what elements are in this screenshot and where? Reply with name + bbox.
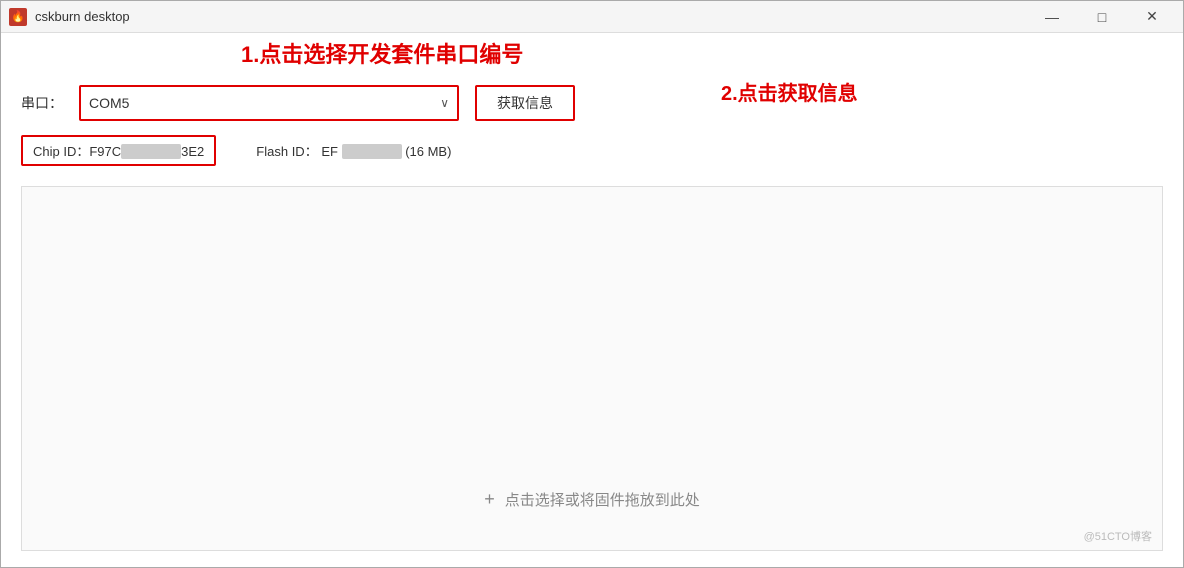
chip-id-label: Chip ID： [33, 144, 89, 159]
close-button[interactable]: ✕ [1129, 1, 1175, 33]
minimize-button[interactable]: — [1029, 1, 1075, 33]
firmware-drop-panel[interactable]: + 点击选择或将固件拖放到此处 @51CTO博客 [21, 186, 1163, 551]
serial-port-label: 串口： [21, 93, 63, 113]
app-icon: 🔥 [9, 8, 27, 26]
content-area: 1.点击选择开发套件串口编号 2.点击获取信息 串口： COM5 COM3 CO… [1, 33, 1183, 567]
get-info-button[interactable]: 获取信息 [475, 85, 575, 121]
flash-id-prefix: EF [321, 144, 338, 159]
title-bar-controls: — □ ✕ [1029, 1, 1175, 33]
title-bar-left: 🔥 cskburn desktop [9, 8, 130, 26]
window-title: cskburn desktop [35, 9, 130, 24]
flash-id-blurred [342, 144, 402, 159]
drop-area-hint: + 点击选择或将固件拖放到此处 [484, 489, 700, 510]
chip-id-prefix: F97C [89, 144, 121, 159]
annotation-step1: 1.点击选择开发套件串口编号 [241, 37, 523, 69]
flash-id-suffix: (16 MB) [405, 144, 451, 159]
title-bar: 🔥 cskburn desktop — □ ✕ [1, 1, 1183, 33]
serial-port-select[interactable]: COM5 COM3 COM4 COM6 [89, 95, 449, 111]
watermark: @51CTO博客 [1084, 528, 1152, 544]
main-window: 🔥 cskburn desktop — □ ✕ 1.点击选择开发套件串口编号 2… [0, 0, 1184, 568]
controls-row: 串口： COM5 COM3 COM4 COM6 ∨ 获取信息 [21, 85, 1163, 121]
maximize-button[interactable]: □ [1079, 1, 1125, 33]
annotation-step2: 2.点击获取信息 [721, 77, 858, 106]
chip-id-box: Chip ID：F97C 3E2 [21, 135, 216, 166]
flash-id-label: Flash ID： [256, 144, 317, 159]
chip-id-suffix: 3E2 [181, 144, 204, 159]
drop-area-label: 点击选择或将固件拖放到此处 [505, 489, 700, 510]
serial-select-wrapper[interactable]: COM5 COM3 COM4 COM6 ∨ [79, 85, 459, 121]
chip-id-blurred [121, 144, 181, 159]
device-info-row: Chip ID：F97C 3E2 Flash ID： EF (16 MB) [21, 135, 1163, 166]
flash-id-text: Flash ID： EF (16 MB) [256, 141, 451, 160]
plus-icon: + [484, 489, 495, 510]
